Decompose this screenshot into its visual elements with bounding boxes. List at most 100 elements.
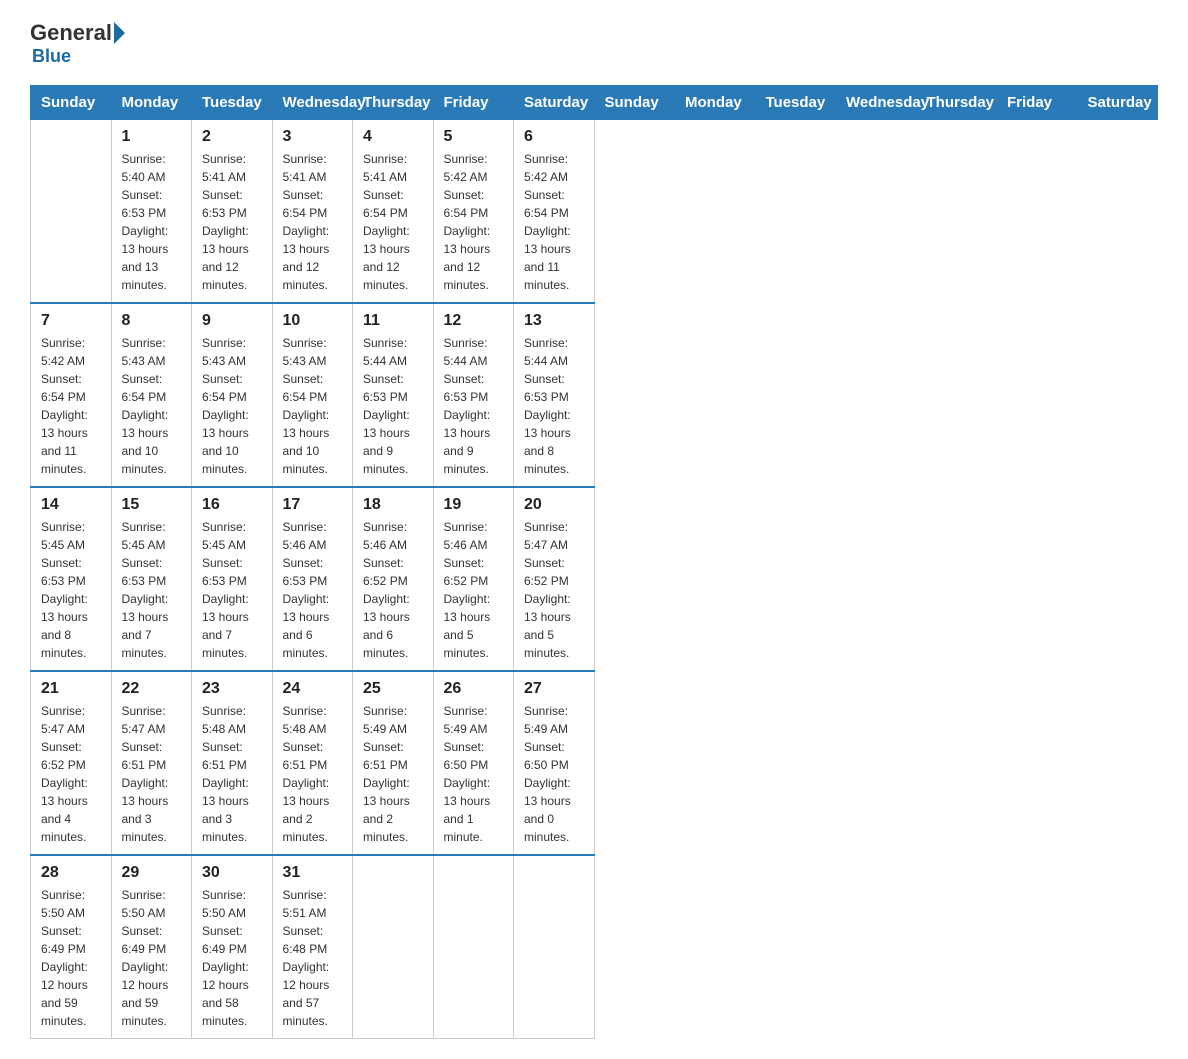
day-info: Sunrise: 5:45 AMSunset: 6:53 PMDaylight:… <box>122 518 182 662</box>
day-number: 29 <box>122 864 182 882</box>
calendar-week-row: 1Sunrise: 5:40 AMSunset: 6:53 PMDaylight… <box>31 120 1158 304</box>
day-info: Sunrise: 5:45 AMSunset: 6:53 PMDaylight:… <box>41 518 101 662</box>
calendar-cell: 13 Sunrise: 5:44 AMSunset: 6:53 PMDayligh… <box>514 303 595 487</box>
day-number: 7 <box>41 312 101 330</box>
day-number: 3 <box>283 128 343 146</box>
calendar-cell: 9 Sunrise: 5:43 AMSunset: 6:54 PMDaylight… <box>192 303 273 487</box>
calendar-week-row: 7 Sunrise: 5:42 AMSunset: 6:54 PMDaylight… <box>31 303 1158 487</box>
page-header: General Blue <box>30 20 1158 67</box>
calendar-cell: 24 Sunrise: 5:48 AMSunset: 6:51 PMDayligh… <box>272 671 353 855</box>
day-info: Sunrise: 5:40 AMSunset: 6:53 PMDaylight:… <box>122 150 182 294</box>
day-number: 27 <box>524 680 584 698</box>
day-info: Sunrise: 5:41 AMSunset: 6:54 PMDaylight:… <box>283 150 343 294</box>
logo-general-text: General <box>30 20 112 46</box>
calendar-cell: 29Sunrise: 5:50 AMSunset: 6:49 PMDayligh… <box>111 855 192 1039</box>
header-day-saturday: Saturday <box>1077 86 1158 120</box>
calendar-cell: 25 Sunrise: 5:49 AMSunset: 6:51 PMDayligh… <box>353 671 434 855</box>
calendar-cell: 15 Sunrise: 5:45 AMSunset: 6:53 PMDayligh… <box>111 487 192 671</box>
day-info: Sunrise: 5:49 AMSunset: 6:50 PMDaylight:… <box>524 702 584 846</box>
calendar-cell: 18 Sunrise: 5:46 AMSunset: 6:52 PMDayligh… <box>353 487 434 671</box>
calendar-cell: 26 Sunrise: 5:49 AMSunset: 6:50 PMDayligh… <box>433 671 514 855</box>
calendar-cell: 22Sunrise: 5:47 AMSunset: 6:51 PMDayligh… <box>111 671 192 855</box>
header-wednesday: Wednesday <box>272 86 353 120</box>
header-tuesday: Tuesday <box>192 86 273 120</box>
calendar-cell: 5 Sunrise: 5:42 AMSunset: 6:54 PMDaylight… <box>433 120 514 304</box>
day-info: Sunrise: 5:44 AMSunset: 6:53 PMDaylight:… <box>363 334 423 478</box>
calendar-cell: 14 Sunrise: 5:45 AMSunset: 6:53 PMDayligh… <box>31 487 112 671</box>
day-info: Sunrise: 5:48 AMSunset: 6:51 PMDaylight:… <box>202 702 262 846</box>
day-info: Sunrise: 5:43 AMSunset: 6:54 PMDaylight:… <box>283 334 343 478</box>
day-number: 5 <box>444 128 504 146</box>
header-sunday: Sunday <box>31 86 112 120</box>
day-info: Sunrise: 5:48 AMSunset: 6:51 PMDaylight:… <box>283 702 343 846</box>
day-number: 9 <box>202 312 262 330</box>
calendar-cell: 21Sunrise: 5:47 AMSunset: 6:52 PMDayligh… <box>31 671 112 855</box>
logo-triangle-icon <box>114 22 125 44</box>
day-info: Sunrise: 5:44 AMSunset: 6:53 PMDaylight:… <box>444 334 504 478</box>
day-info: Sunrise: 5:43 AMSunset: 6:54 PMDaylight:… <box>202 334 262 478</box>
calendar-cell: 10 Sunrise: 5:43 AMSunset: 6:54 PMDayligh… <box>272 303 353 487</box>
day-number: 15 <box>122 496 182 514</box>
day-info: Sunrise: 5:46 AMSunset: 6:53 PMDaylight:… <box>283 518 343 662</box>
header-day-friday: Friday <box>997 86 1078 120</box>
calendar-cell: 8 Sunrise: 5:43 AMSunset: 6:54 PMDaylight… <box>111 303 192 487</box>
day-number: 24 <box>283 680 343 698</box>
day-info: Sunrise: 5:42 AMSunset: 6:54 PMDaylight:… <box>444 150 504 294</box>
header-day-sunday: Sunday <box>594 86 675 120</box>
calendar-cell: 20Sunrise: 5:47 AMSunset: 6:52 PMDayligh… <box>514 487 595 671</box>
header-saturday: Saturday <box>514 86 595 120</box>
day-info: Sunrise: 5:46 AMSunset: 6:52 PMDaylight:… <box>444 518 504 662</box>
day-info: Sunrise: 5:50 AMSunset: 6:49 PMDaylight:… <box>202 886 262 1030</box>
calendar-cell: 16Sunrise: 5:45 AMSunset: 6:53 PMDayligh… <box>192 487 273 671</box>
day-number: 17 <box>283 496 343 514</box>
day-info: Sunrise: 5:43 AMSunset: 6:54 PMDaylight:… <box>122 334 182 478</box>
calendar-cell: 30Sunrise: 5:50 AMSunset: 6:49 PMDayligh… <box>192 855 273 1039</box>
day-info: Sunrise: 5:42 AMSunset: 6:54 PMDaylight:… <box>41 334 101 478</box>
calendar-cell: 11 Sunrise: 5:44 AMSunset: 6:53 PMDayligh… <box>353 303 434 487</box>
header-thursday: Thursday <box>353 86 434 120</box>
day-number: 10 <box>283 312 343 330</box>
header-monday: Monday <box>111 86 192 120</box>
day-number: 31 <box>283 864 343 882</box>
day-info: Sunrise: 5:50 AMSunset: 6:49 PMDaylight:… <box>41 886 101 1030</box>
day-info: Sunrise: 5:42 AMSunset: 6:54 PMDaylight:… <box>524 150 584 294</box>
day-info: Sunrise: 5:49 AMSunset: 6:51 PMDaylight:… <box>363 702 423 846</box>
day-number: 13 <box>524 312 584 330</box>
day-info: Sunrise: 5:46 AMSunset: 6:52 PMDaylight:… <box>363 518 423 662</box>
day-number: 20 <box>524 496 584 514</box>
day-number: 19 <box>444 496 504 514</box>
day-info: Sunrise: 5:44 AMSunset: 6:53 PMDaylight:… <box>524 334 584 478</box>
calendar-cell <box>514 855 595 1039</box>
calendar-cell: 31Sunrise: 5:51 AMSunset: 6:48 PMDayligh… <box>272 855 353 1039</box>
day-number: 11 <box>363 312 423 330</box>
calendar-cell: 2Sunrise: 5:41 AMSunset: 6:53 PMDaylight… <box>192 120 273 304</box>
day-number: 14 <box>41 496 101 514</box>
calendar-week-row: 14 Sunrise: 5:45 AMSunset: 6:53 PMDayligh… <box>31 487 1158 671</box>
day-number: 16 <box>202 496 262 514</box>
calendar-week-row: 21Sunrise: 5:47 AMSunset: 6:52 PMDayligh… <box>31 671 1158 855</box>
logo-blue-text: Blue <box>32 46 71 66</box>
calendar-cell: 4 Sunrise: 5:41 AMSunset: 6:54 PMDaylight… <box>353 120 434 304</box>
day-number: 21 <box>41 680 101 698</box>
day-info: Sunrise: 5:49 AMSunset: 6:50 PMDaylight:… <box>444 702 504 846</box>
day-info: Sunrise: 5:41 AMSunset: 6:54 PMDaylight:… <box>363 150 423 294</box>
day-number: 18 <box>363 496 423 514</box>
header-day-monday: Monday <box>675 86 756 120</box>
day-number: 4 <box>363 128 423 146</box>
calendar-cell: 3 Sunrise: 5:41 AMSunset: 6:54 PMDaylight… <box>272 120 353 304</box>
day-number: 8 <box>122 312 182 330</box>
calendar-cell <box>353 855 434 1039</box>
calendar-cell: 1Sunrise: 5:40 AMSunset: 6:53 PMDaylight… <box>111 120 192 304</box>
day-number: 6 <box>524 128 584 146</box>
calendar-cell: 27 Sunrise: 5:49 AMSunset: 6:50 PMDayligh… <box>514 671 595 855</box>
day-number: 25 <box>363 680 423 698</box>
day-info: Sunrise: 5:47 AMSunset: 6:51 PMDaylight:… <box>122 702 182 846</box>
calendar-cell: 17 Sunrise: 5:46 AMSunset: 6:53 PMDayligh… <box>272 487 353 671</box>
calendar-cell: 23 Sunrise: 5:48 AMSunset: 6:51 PMDayligh… <box>192 671 273 855</box>
calendar-cell <box>31 120 112 304</box>
day-number: 26 <box>444 680 504 698</box>
calendar-table: SundayMondayTuesdayWednesdayThursdayFrid… <box>30 85 1158 1039</box>
calendar-cell: 7 Sunrise: 5:42 AMSunset: 6:54 PMDaylight… <box>31 303 112 487</box>
calendar-cell: 12Sunrise: 5:44 AMSunset: 6:53 PMDayligh… <box>433 303 514 487</box>
day-number: 23 <box>202 680 262 698</box>
